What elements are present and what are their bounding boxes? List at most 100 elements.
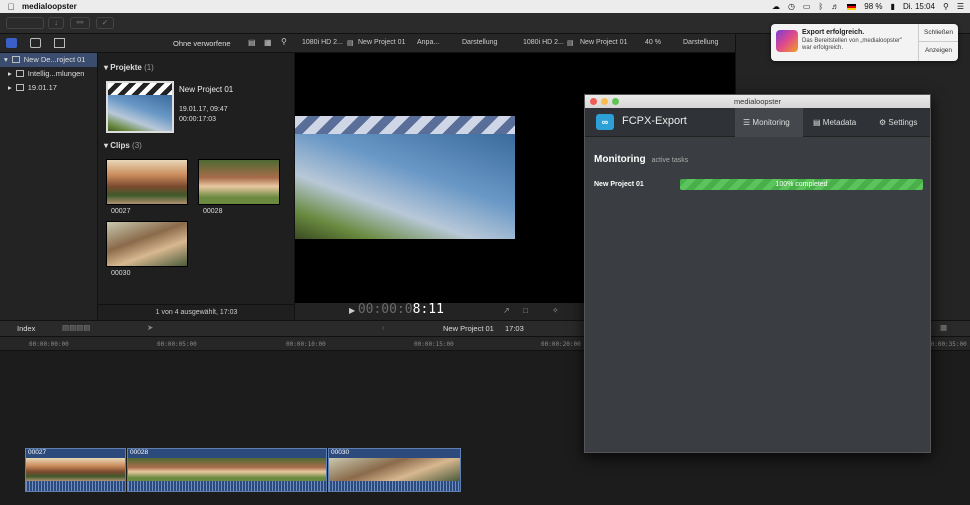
timeline-duration: 17:03 [505, 324, 524, 333]
timeline-clip[interactable]: 00028 [127, 448, 327, 492]
clip-filmstrip [26, 458, 125, 481]
format-label-right: 1080i HD 2... [523, 39, 564, 46]
list-icon: ☰ [743, 118, 751, 127]
timeline-clip[interactable]: 00030 [328, 448, 461, 492]
close-notification-button[interactable]: Schließen [919, 24, 958, 42]
fullscreen-icon[interactable]: ↗ [503, 306, 510, 315]
smart-collections-label: Intellig...mlungen [27, 69, 85, 78]
gear-icon: ⚙ [879, 118, 887, 127]
search-icon[interactable]: ⚲ [943, 2, 949, 11]
film-icon: ▤ [347, 40, 354, 47]
clip-waveform [26, 481, 125, 491]
battery-status[interactable]: 98 % [864, 2, 882, 11]
clip-name: 00028 [203, 208, 223, 215]
ruler-tick: 00:00:05:00 [157, 341, 197, 348]
export-notification[interactable]: Export erfolgreich. Das Bereitstellen vo… [771, 24, 958, 61]
clip-name: 00030 [111, 270, 131, 277]
import-button[interactable] [6, 17, 44, 29]
clip-thumbnail[interactable] [198, 159, 280, 205]
zoom-fit-dropdown[interactable]: Anpa... [417, 39, 439, 46]
titles-icon[interactable] [54, 38, 65, 48]
projects-heading[interactable]: ▾ Projekte (1) [104, 63, 154, 72]
minimize-window-icon[interactable] [601, 98, 608, 105]
close-window-icon[interactable] [590, 98, 597, 105]
ruler-tick: 00:00:00:00 [29, 341, 69, 348]
event-item[interactable]: ▸ 19.01.17 [0, 81, 97, 95]
photos-icon[interactable] [30, 38, 41, 48]
viewer-project-name-right: New Project 01 [580, 39, 628, 46]
timeline-project-name: New Project 01 [443, 324, 494, 333]
monitoring-subtitle: active tasks [651, 157, 689, 164]
filmstrip-view-icon[interactable]: ▤ [248, 38, 256, 47]
clip-waveform [329, 481, 460, 491]
show-notification-button[interactable]: Anzeigen [919, 42, 958, 60]
clip-filmstrip [128, 458, 326, 481]
fcpx-export-window: medialoopster ∞ FCPX-Export ☰ Monitoring… [584, 94, 931, 453]
key-icon[interactable]: ⚯ [70, 17, 90, 29]
zoom-dropdown[interactable]: 40 % [645, 39, 661, 46]
ruler-tick: 00:00:20:00 [541, 341, 581, 348]
menu-bar:  medialoopster ☁ ◷ ▭ ᛒ ♬ 98 % ▮ Di. 15:… [0, 0, 970, 13]
display-dropdown[interactable]: Darstellung [462, 39, 497, 46]
clips-heading[interactable]: ▾ Clips (3) [104, 141, 142, 150]
index-button[interactable]: Index [17, 324, 35, 333]
event-label: 19.01.17 [27, 83, 57, 92]
tab-metadata[interactable]: ▤ Metadata [805, 108, 871, 137]
airplay-icon[interactable]: ▭ [803, 2, 811, 11]
clip-appearance-icon[interactable]: ▦ [264, 38, 272, 47]
library-label: New De...roject 01 [23, 55, 86, 64]
timeline-clip[interactable]: 00027 [25, 448, 126, 492]
project-date: 19.01.17, 09:47 [179, 106, 228, 113]
select-tool-icon[interactable]: ➤ [147, 323, 153, 332]
clock[interactable]: Di. 15:04 [903, 2, 935, 11]
notification-center-icon[interactable]: ☰ [957, 2, 964, 11]
time-machine-icon[interactable]: ◷ [788, 2, 795, 11]
creative-cloud-icon[interactable]: ☁ [772, 2, 780, 11]
download-icon[interactable]: ↓ [48, 17, 64, 29]
enhance-icon[interactable]: ✧ [552, 306, 559, 315]
tab-settings[interactable]: ⚙ Settings [871, 108, 931, 137]
folder-icon [15, 70, 24, 77]
search-icon[interactable]: ⚲ [281, 37, 287, 46]
clip-thumbnail[interactable] [106, 221, 188, 267]
volume-icon[interactable]: ♬ [831, 2, 839, 11]
clip-appearance-icon[interactable]: ▦ [940, 323, 947, 332]
display-dropdown-right[interactable]: Darstellung [683, 39, 718, 46]
edit-tools-icon[interactable]: ▤▤▤▤ [62, 323, 90, 332]
clip-filmstrip [329, 458, 460, 481]
export-header: ∞ FCPX-Export ☰ Monitoring ▤ Metadata ⚙ … [585, 108, 930, 137]
fcpx-export-logo-icon: ∞ [596, 114, 614, 130]
library-icon[interactable] [6, 38, 17, 48]
smart-collections-item[interactable]: ▸ Intellig...mlungen [0, 67, 97, 81]
notification-body: Das Bereitstellen von „medialoopster" wa… [802, 38, 903, 51]
window-title: medialoopster [733, 97, 782, 106]
bluetooth-icon[interactable]: ᛒ [818, 2, 823, 11]
project-name: New Project 01 [179, 85, 234, 94]
apple-icon[interactable]:  [0, 2, 22, 12]
back-icon[interactable]: ‹ [382, 323, 385, 332]
event-icon [15, 84, 24, 91]
project-duration: 00:00:17:03 [179, 116, 216, 123]
library-item[interactable]: ▾ New De...roject 01 [0, 53, 97, 67]
ruler-tick: 00:00:10:00 [286, 341, 326, 348]
transform-icon[interactable]: □ [523, 306, 528, 315]
timeline-clip-label: 00030 [331, 449, 350, 456]
clip-thumbnail[interactable] [106, 159, 188, 205]
window-titlebar[interactable]: medialoopster [585, 95, 930, 108]
monitoring-title: Monitoring active tasks [594, 154, 689, 165]
clip-browser: ▾ Projekte (1) New Project 01 19.01.17, … [98, 53, 295, 320]
check-icon[interactable]: ✓ [96, 17, 114, 29]
final-cut-pro-icon [776, 30, 798, 52]
app-menu[interactable]: medialoopster [22, 2, 77, 11]
language-flag-icon[interactable] [847, 3, 857, 10]
library-sidebar: ▾ New De...roject 01 ▸ Intellig...mlungen … [0, 53, 98, 320]
viewer-frame [295, 134, 515, 239]
clip-filter-dropdown[interactable]: Ohne verworfene [173, 39, 231, 48]
format-label: 1080i HD 2... [302, 39, 343, 46]
library-icon [11, 56, 20, 63]
viewer-header: 1080i HD 2... ▤ New Project 01 Anpa... D… [295, 34, 735, 53]
tab-monitoring[interactable]: ☰ Monitoring [735, 108, 803, 137]
zoom-window-icon[interactable] [612, 98, 619, 105]
viewer-project-name: New Project 01 [358, 39, 406, 46]
project-thumbnail[interactable] [106, 81, 174, 133]
